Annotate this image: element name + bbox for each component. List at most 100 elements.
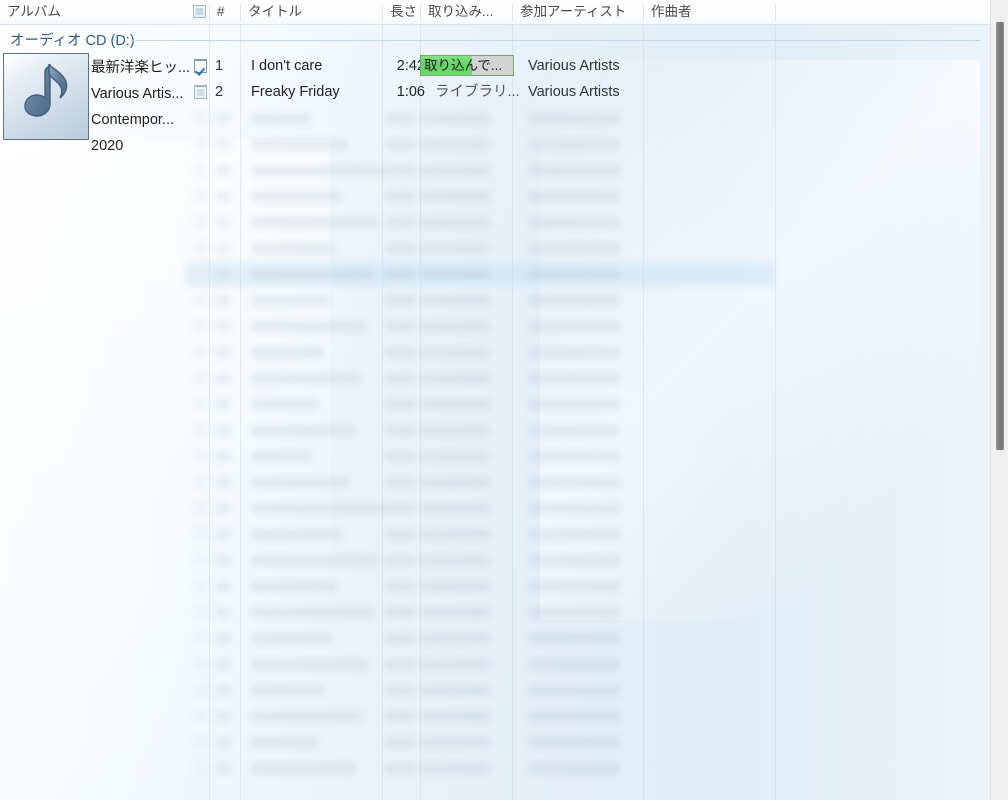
track-checkbox-unchecked[interactable] bbox=[194, 319, 207, 332]
obscured-text-block bbox=[385, 607, 415, 618]
header-separator[interactable] bbox=[420, 3, 421, 22]
track-row[interactable] bbox=[185, 417, 990, 443]
track-row[interactable] bbox=[185, 469, 990, 495]
header-separator[interactable] bbox=[209, 3, 210, 22]
obscured-text-block bbox=[215, 165, 231, 176]
album-name[interactable]: 最新洋楽ヒッ... bbox=[91, 55, 209, 81]
track-row[interactable] bbox=[185, 183, 990, 209]
obscured-text-block bbox=[215, 373, 231, 384]
track-checkbox-unchecked[interactable] bbox=[194, 761, 207, 774]
obscured-text-block bbox=[528, 139, 620, 150]
track-checkbox-unchecked[interactable] bbox=[194, 475, 207, 488]
track-row[interactable] bbox=[185, 235, 990, 261]
header-separator[interactable] bbox=[512, 3, 513, 22]
track-checkbox-unchecked[interactable] bbox=[194, 371, 207, 384]
obscured-text-block bbox=[420, 633, 490, 644]
obscured-text-block bbox=[215, 269, 231, 280]
album-year[interactable]: 2020 bbox=[91, 133, 209, 159]
track-row[interactable]: 1 I don't care 2:42 取り込んで... Various Artists bbox=[185, 53, 990, 79]
track-checkbox-unchecked[interactable] bbox=[194, 631, 207, 644]
track-checkbox-unchecked[interactable] bbox=[194, 397, 207, 410]
obscured-text-block bbox=[385, 217, 415, 228]
obscured-text-block bbox=[528, 347, 620, 358]
obscured-text-block bbox=[385, 659, 415, 670]
track-row[interactable] bbox=[185, 287, 990, 313]
obscured-text-block bbox=[528, 217, 620, 228]
obscured-text-block bbox=[251, 347, 324, 358]
track-checkbox-unchecked[interactable] bbox=[194, 501, 207, 514]
track-row[interactable] bbox=[185, 547, 990, 573]
track-row[interactable] bbox=[185, 729, 990, 755]
obscured-text-block bbox=[528, 373, 620, 384]
column-header-length[interactable]: 長さ bbox=[383, 0, 420, 24]
track-checkbox-unchecked[interactable] bbox=[194, 579, 207, 592]
header-separator[interactable] bbox=[775, 3, 776, 22]
composer-cell bbox=[655, 391, 780, 417]
track-checkbox-unchecked[interactable] bbox=[194, 683, 207, 696]
track-row[interactable] bbox=[185, 703, 990, 729]
track-checkbox-unchecked[interactable] bbox=[194, 553, 207, 566]
track-checkbox-unchecked[interactable] bbox=[194, 735, 207, 748]
column-header-rip-status[interactable]: 取り込み... bbox=[421, 0, 512, 24]
column-header-number[interactable]: # bbox=[210, 0, 240, 24]
composer-cell bbox=[655, 625, 780, 651]
column-header-composer[interactable]: 作曲者 bbox=[644, 0, 775, 24]
track-checkbox-unchecked[interactable] bbox=[194, 241, 207, 254]
track-length-cell: 1:06 bbox=[396, 84, 425, 100]
album-checkbox-unchecked[interactable] bbox=[194, 86, 207, 99]
select-all-checkbox[interactable] bbox=[193, 5, 206, 18]
track-row[interactable] bbox=[185, 131, 990, 157]
obscured-text-block bbox=[420, 165, 490, 176]
track-checkbox-unchecked[interactable] bbox=[194, 657, 207, 670]
album-checkbox-checked[interactable] bbox=[194, 60, 207, 73]
track-row[interactable] bbox=[185, 625, 990, 651]
header-separator[interactable] bbox=[240, 3, 241, 22]
vertical-scrollbar-thumb[interactable] bbox=[996, 22, 1004, 450]
track-checkbox-unchecked[interactable] bbox=[194, 163, 207, 176]
column-header-title[interactable]: タイトル bbox=[241, 0, 382, 24]
header-separator[interactable] bbox=[643, 3, 644, 22]
track-row[interactable] bbox=[185, 495, 990, 521]
track-row[interactable] bbox=[185, 391, 990, 417]
track-row[interactable] bbox=[185, 105, 990, 131]
track-checkbox-unchecked[interactable] bbox=[194, 189, 207, 202]
track-row[interactable] bbox=[185, 209, 990, 235]
track-row[interactable] bbox=[185, 599, 990, 625]
obscured-text-block bbox=[215, 347, 231, 358]
track-checkbox-unchecked[interactable] bbox=[194, 709, 207, 722]
track-row[interactable] bbox=[185, 677, 990, 703]
track-checkbox-unchecked[interactable] bbox=[194, 423, 207, 436]
track-row[interactable] bbox=[185, 521, 990, 547]
obscured-text-block bbox=[528, 607, 620, 618]
track-checkbox-unchecked[interactable] bbox=[194, 605, 207, 618]
composer-cell bbox=[655, 235, 780, 261]
track-row[interactable] bbox=[185, 443, 990, 469]
album-genre[interactable]: Contempor... bbox=[91, 107, 209, 133]
track-checkbox-unchecked[interactable] bbox=[194, 449, 207, 462]
track-row[interactable] bbox=[185, 365, 990, 391]
track-row[interactable] bbox=[185, 573, 990, 599]
track-row[interactable] bbox=[185, 651, 990, 677]
header-separator[interactable] bbox=[382, 3, 383, 22]
track-row[interactable] bbox=[185, 157, 990, 183]
track-row[interactable] bbox=[185, 261, 990, 287]
track-row[interactable] bbox=[185, 339, 990, 365]
track-checkbox-unchecked[interactable] bbox=[194, 267, 207, 280]
track-checkbox-unchecked[interactable] bbox=[194, 293, 207, 306]
column-header-contributing-artist[interactable]: 参加アーティスト bbox=[513, 0, 643, 24]
obscured-text-block bbox=[251, 607, 374, 618]
track-checkbox-unchecked[interactable] bbox=[194, 345, 207, 358]
column-header-album[interactable]: アルバム bbox=[0, 0, 209, 24]
obscured-text-block bbox=[251, 321, 367, 332]
obscured-text-block bbox=[385, 503, 415, 514]
album-artist[interactable]: Various Artis... bbox=[91, 81, 209, 107]
obscured-text-block bbox=[420, 529, 490, 540]
track-checkbox-unchecked[interactable] bbox=[194, 527, 207, 540]
track-row[interactable] bbox=[185, 313, 990, 339]
obscured-text-block bbox=[215, 685, 231, 696]
vertical-scrollbar-track[interactable] bbox=[990, 0, 1008, 800]
album-art-thumbnail[interactable] bbox=[3, 53, 89, 140]
track-row[interactable]: 2 Freaky Friday 1:06 ライブラリ... Various Artist… bbox=[185, 79, 990, 105]
track-checkbox-unchecked[interactable] bbox=[194, 215, 207, 228]
track-row[interactable] bbox=[185, 755, 990, 781]
